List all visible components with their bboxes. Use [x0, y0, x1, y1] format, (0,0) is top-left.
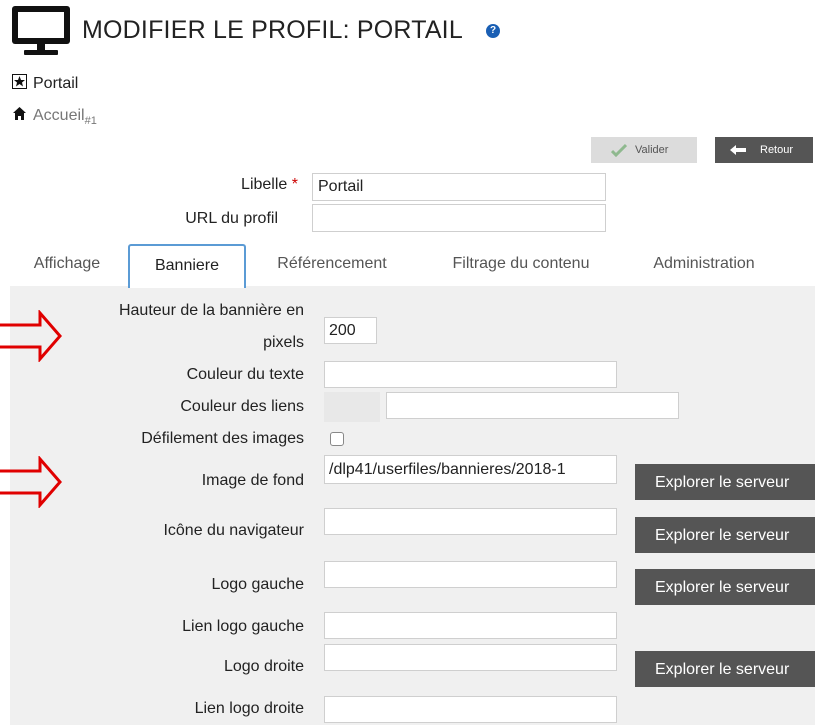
- back-arrow-icon: [730, 145, 746, 155]
- background-image-input[interactable]: /dlp41/userfiles/bannieres/2018-1: [324, 455, 617, 484]
- libelle-input[interactable]: [312, 173, 606, 201]
- back-button[interactable]: Retour: [715, 137, 813, 163]
- breadcrumb-home-id: #1: [84, 115, 97, 128]
- background-image-explore-button[interactable]: Explorer le serveur: [635, 464, 815, 500]
- breadcrumb-portal[interactable]: Portail: [12, 74, 78, 93]
- breadcrumb-home-label: Accueil: [33, 107, 85, 124]
- right-logo-link-input[interactable]: [324, 696, 617, 723]
- validate-label: Valider: [635, 144, 669, 156]
- page-title: MODIFIER LE PROFIL: PORTAIL: [82, 16, 463, 44]
- right-logo-label: Logo droite: [223, 658, 304, 675]
- banner-height-input[interactable]: [324, 317, 377, 344]
- left-logo-input[interactable]: [324, 561, 617, 588]
- libelle-label: Libelle *: [241, 176, 298, 193]
- left-logo-link-label: Lien logo gauche: [182, 618, 304, 635]
- url-input[interactable]: [312, 204, 606, 232]
- portal-icon: [12, 74, 27, 89]
- favicon-label: Icône du navigateur: [163, 522, 304, 539]
- tab-referencement[interactable]: Référencement: [256, 244, 408, 288]
- link-color-swatch[interactable]: [324, 392, 380, 422]
- tab-affichage[interactable]: Affichage: [14, 244, 120, 288]
- breadcrumb-portal-label: Portail: [33, 75, 79, 92]
- favicon-input[interactable]: [324, 508, 617, 535]
- favicon-explore-button[interactable]: Explorer le serveur: [635, 517, 815, 553]
- left-logo-link-input[interactable]: [324, 612, 617, 639]
- red-arrow-icon: [0, 310, 62, 362]
- back-label: Retour: [760, 144, 794, 156]
- breadcrumb-home[interactable]: Accueil#1: [12, 106, 97, 127]
- text-color-label: Couleur du texte: [186, 366, 304, 383]
- left-logo-label: Logo gauche: [211, 576, 304, 593]
- image-scroll-checkbox[interactable]: [330, 432, 344, 446]
- monitor-icon: [12, 6, 70, 55]
- tab-administration[interactable]: Administration: [630, 244, 778, 288]
- left-logo-explore-button[interactable]: Explorer le serveur: [635, 569, 815, 605]
- check-icon: [611, 143, 627, 157]
- red-arrow-icon: [0, 456, 62, 508]
- validate-button[interactable]: Valider: [591, 137, 697, 163]
- required-mark: *: [291, 176, 298, 193]
- right-logo-link-label: Lien logo droite: [194, 700, 304, 717]
- help-icon[interactable]: ?: [486, 24, 500, 38]
- right-logo-input[interactable]: [324, 644, 617, 671]
- right-logo-explore-button[interactable]: Explorer le serveur: [635, 651, 815, 687]
- text-color-input[interactable]: [324, 361, 617, 388]
- image-scroll-label: Défilement des images: [141, 430, 304, 447]
- tab-banniere[interactable]: Banniere: [128, 244, 246, 288]
- link-color-input[interactable]: [386, 392, 679, 419]
- link-color-label: Couleur des liens: [180, 398, 304, 415]
- home-icon: [13, 107, 26, 120]
- url-label: URL du profil: [185, 210, 278, 227]
- tab-filtrage[interactable]: Filtrage du contenu: [426, 244, 616, 288]
